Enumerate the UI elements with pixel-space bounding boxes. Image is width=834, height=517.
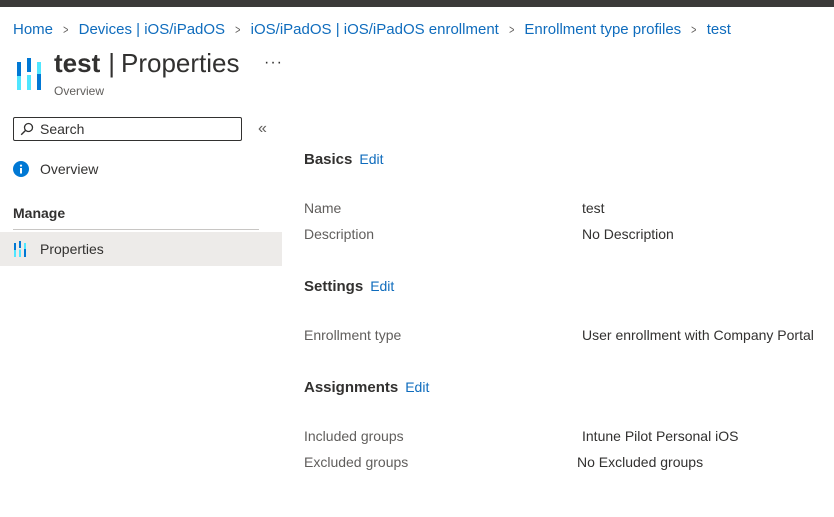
page-name: Properties [121,48,240,78]
breadcrumb-enrollment-type-profiles[interactable]: Enrollment type profiles [524,21,681,38]
search-icon [20,122,34,136]
edit-settings-link[interactable]: Edit [370,278,394,294]
search-box[interactable] [13,117,242,141]
properties-icon [14,241,26,257]
chevron-right-icon: > [508,21,515,37]
edit-basics-link[interactable]: Edit [359,151,383,167]
chevron-right-icon: > [691,21,697,37]
breadcrumb-test[interactable]: test [707,21,731,38]
field-label-enrollment-type: Enrollment type [304,327,402,343]
section-settings: Settings Edit [304,278,394,295]
sidebar-item-label: Overview [40,161,99,177]
profile-name: test [54,48,101,78]
search-input[interactable] [40,121,230,137]
section-title: Basics [304,151,353,168]
breadcrumb-devices-ios[interactable]: Devices | iOS/iPadOS [79,21,225,38]
field-value-enrollment-type: User enrollment with Company Portal [582,327,814,343]
info-icon [13,161,29,177]
chevron-right-icon: > [235,21,241,37]
sidebar-item-overview[interactable]: Overview [0,152,282,186]
title-separator: | [108,48,116,78]
section-assignments: Assignments Edit [304,379,429,396]
sidebar-section-manage: Manage [13,205,66,221]
field-label-description: Description [304,226,375,242]
field-value-excluded-groups: No Excluded groups [577,454,704,470]
divider [13,229,259,230]
field-value-name: test [582,200,605,216]
sidebar-item-properties[interactable]: Properties [0,232,282,266]
section-title: Settings [304,278,364,295]
properties-icon [17,58,41,90]
edit-assignments-link[interactable]: Edit [405,379,429,395]
section-title: Assignments [304,379,399,396]
more-actions-button[interactable]: ··· [264,54,283,72]
breadcrumb: Home > Devices | iOS/iPadOS > iOS/iPadOS… [13,19,731,39]
field-label-excluded-groups: Excluded groups [304,454,409,470]
section-basics: Basics Edit [304,151,384,168]
field-label-name: Name [304,200,342,216]
chevron-right-icon: > [63,21,69,37]
breadcrumb-home[interactable]: Home [13,21,53,38]
field-value-included-groups: Intune Pilot Personal iOS [582,428,739,444]
page-subtitle: Overview [54,84,105,98]
sidebar-item-label: Properties [40,241,104,257]
page-title: test | Properties [54,48,240,79]
top-bar [0,0,834,7]
field-label-included-groups: Included groups [304,428,404,444]
breadcrumb-ios-enrollment[interactable]: iOS/iPadOS | iOS/iPadOS enrollment [251,21,499,38]
collapse-sidebar-icon[interactable]: « [258,120,267,138]
field-value-description: No Description [582,226,674,242]
